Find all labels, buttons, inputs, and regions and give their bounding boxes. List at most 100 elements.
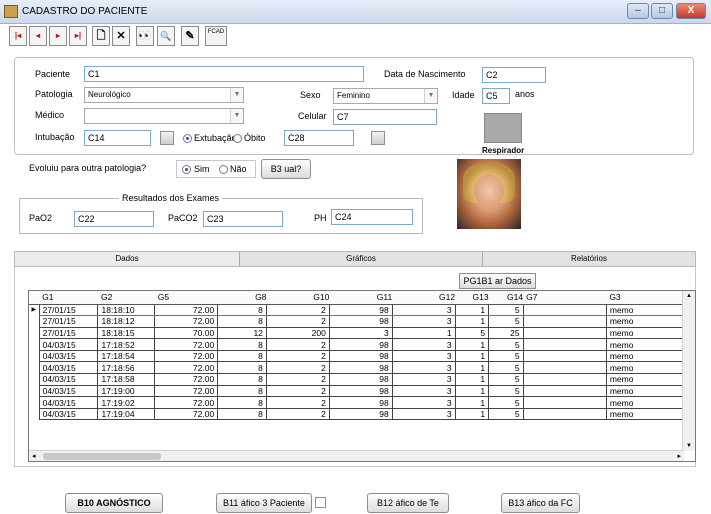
table-cell[interactable]: 18:18:15 — [97, 326, 156, 340]
table-cell[interactable]: 8 — [217, 407, 267, 421]
table-cell[interactable]: 98 — [328, 407, 393, 421]
minimize-button[interactable]: – — [627, 3, 649, 19]
table-cell[interactable]: 2 — [265, 338, 330, 351]
next-record-button[interactable]: ▸ — [49, 26, 67, 46]
table-cell[interactable]: 98 — [328, 384, 393, 398]
table-cell[interactable]: 2 — [265, 407, 330, 421]
table-cell[interactable]: 3 — [391, 384, 456, 398]
chevron-down-icon[interactable]: ▼ — [230, 109, 243, 123]
maximize-button[interactable]: □ — [651, 3, 673, 19]
table-row[interactable]: 27/01/15 18:18:12 72.00 8 2 98 3 1 5 memo — [29, 315, 685, 328]
table-cell[interactable]: memo — [605, 338, 685, 351]
table-cell[interactable]: 17:18:54 — [97, 349, 156, 363]
column-header[interactable]: G10 — [266, 291, 330, 305]
table-cell[interactable]: 1 — [454, 396, 490, 409]
fcad-button[interactable]: FCAD — [205, 26, 227, 46]
table-cell[interactable]: 98 — [328, 303, 393, 317]
table-cell[interactable]: 1 — [454, 315, 490, 328]
table-cell[interactable] — [522, 361, 607, 375]
prev-record-button[interactable]: ◂ — [29, 26, 47, 46]
table-row[interactable]: 04/03/15 17:19:00 72.00 8 2 98 3 1 5 memo — [29, 384, 685, 398]
table-cell[interactable]: memo — [605, 407, 685, 421]
column-header[interactable]: G8 — [217, 291, 267, 305]
horizontal-scrollbar[interactable]: ◂ ▸ — [29, 450, 684, 461]
table-cell[interactable]: 1 — [454, 338, 490, 351]
edit-icon[interactable]: ✎ — [181, 26, 199, 46]
obito-input[interactable]: C28 — [284, 130, 354, 146]
table-cell[interactable]: 04/03/15 — [38, 384, 99, 398]
table-cell[interactable]: memo — [605, 361, 685, 375]
chevron-down-icon[interactable]: ▼ — [424, 89, 437, 103]
table-row[interactable]: 04/03/15 17:18:56 72.00 8 2 98 3 1 5 memo — [29, 361, 685, 375]
table-cell[interactable]: memo — [605, 315, 685, 328]
table-cell[interactable]: 1 — [454, 384, 490, 398]
delete-record-button[interactable]: ✕ — [112, 26, 130, 46]
table-row[interactable]: 04/03/15 17:18:52 72.00 8 2 98 3 1 5 memo — [29, 338, 685, 351]
scroll-right-icon[interactable]: ▸ — [677, 452, 681, 460]
vertical-scrollbar[interactable]: ▲ ▼ — [682, 291, 695, 451]
table-cell[interactable]: 2 — [265, 361, 330, 375]
table-cell[interactable]: 98 — [328, 361, 393, 375]
table-cell[interactable]: 72.00 — [154, 396, 219, 409]
scroll-down-icon[interactable]: ▼ — [686, 443, 692, 449]
table-cell[interactable]: 5 — [488, 303, 524, 317]
column-header[interactable]: G2 — [97, 291, 155, 305]
table-cell[interactable]: 3 — [391, 373, 456, 386]
obito-radio[interactable] — [233, 134, 242, 143]
table-cell[interactable]: 5 — [454, 326, 490, 340]
table-cell[interactable]: 72.00 — [154, 349, 219, 363]
checkbox[interactable] — [315, 497, 326, 508]
table-cell[interactable]: 5 — [488, 396, 524, 409]
celular-input[interactable]: C7 — [333, 109, 437, 125]
table-cell[interactable]: 72.00 — [154, 384, 219, 398]
table-cell[interactable]: memo — [605, 326, 685, 340]
table-cell[interactable]: 8 — [217, 349, 267, 363]
paciente-input[interactable]: C1 — [84, 66, 364, 82]
table-cell[interactable]: 5 — [488, 361, 524, 375]
table-cell[interactable]: 04/03/15 — [38, 338, 99, 351]
table-cell[interactable]: memo — [605, 303, 685, 317]
column-header[interactable]: G3 — [606, 291, 684, 305]
table-cell[interactable]: 3 — [391, 349, 456, 363]
table-cell[interactable]: 98 — [328, 338, 393, 351]
table-row[interactable]: 04/03/15 17:19:02 72.00 8 2 98 3 1 5 memo — [29, 396, 685, 409]
pao2-input[interactable]: C22 — [74, 211, 154, 227]
table-cell[interactable]: 1 — [454, 303, 490, 317]
table-cell[interactable]: 3 — [391, 303, 456, 317]
table-cell[interactable]: 25 — [488, 326, 524, 340]
table-row[interactable]: ▶ 27/01/15 18:18:10 72.00 8 2 98 3 1 5 memo — [29, 303, 685, 317]
gerar-dados-button[interactable]: PG1B1 ar Dados — [459, 273, 536, 289]
table-cell[interactable]: 04/03/15 — [38, 396, 99, 409]
last-record-button[interactable]: ▸| — [69, 26, 87, 46]
ph-input[interactable]: C24 — [331, 209, 413, 225]
table-cell[interactable]: 04/03/15 — [38, 407, 99, 421]
chevron-down-icon[interactable]: ▼ — [230, 88, 243, 102]
table-cell[interactable]: 1 — [454, 373, 490, 386]
medico-select[interactable]: ▼ — [84, 108, 244, 124]
table-cell[interactable]: 72.00 — [154, 315, 219, 328]
table-cell[interactable]: memo — [605, 373, 685, 386]
table-cell[interactable]: 3 — [391, 407, 456, 421]
table-cell[interactable]: 1 — [454, 349, 490, 363]
grafico-paciente-button[interactable]: B11 áfico 3 Paciente — [216, 493, 312, 513]
table-cell[interactable]: 70.00 — [154, 326, 219, 340]
table-cell[interactable]: 17:19:04 — [97, 407, 156, 421]
table-cell[interactable]: 18:18:12 — [97, 315, 156, 328]
intubacao-input[interactable]: C14 — [84, 130, 151, 146]
sim-radio[interactable] — [182, 165, 191, 174]
table-cell[interactable]: 5 — [488, 384, 524, 398]
table-cell[interactable] — [522, 326, 607, 340]
table-cell[interactable]: memo — [605, 384, 685, 398]
tab-graficos[interactable]: Gráficos — [240, 252, 483, 266]
table-cell[interactable]: 5 — [488, 338, 524, 351]
table-cell[interactable]: 27/01/15 — [38, 303, 99, 317]
new-record-button[interactable]: 🗋 — [92, 26, 110, 46]
table-cell[interactable]: 8 — [217, 361, 267, 375]
table-cell[interactable] — [522, 315, 607, 328]
table-cell[interactable]: 72.00 — [154, 407, 219, 421]
table-cell[interactable]: 1 — [454, 407, 490, 421]
table-cell[interactable]: 98 — [328, 349, 393, 363]
table-cell[interactable]: 8 — [217, 315, 267, 328]
table-cell[interactable]: 27/01/15 — [38, 326, 99, 340]
table-cell[interactable]: 8 — [217, 338, 267, 351]
